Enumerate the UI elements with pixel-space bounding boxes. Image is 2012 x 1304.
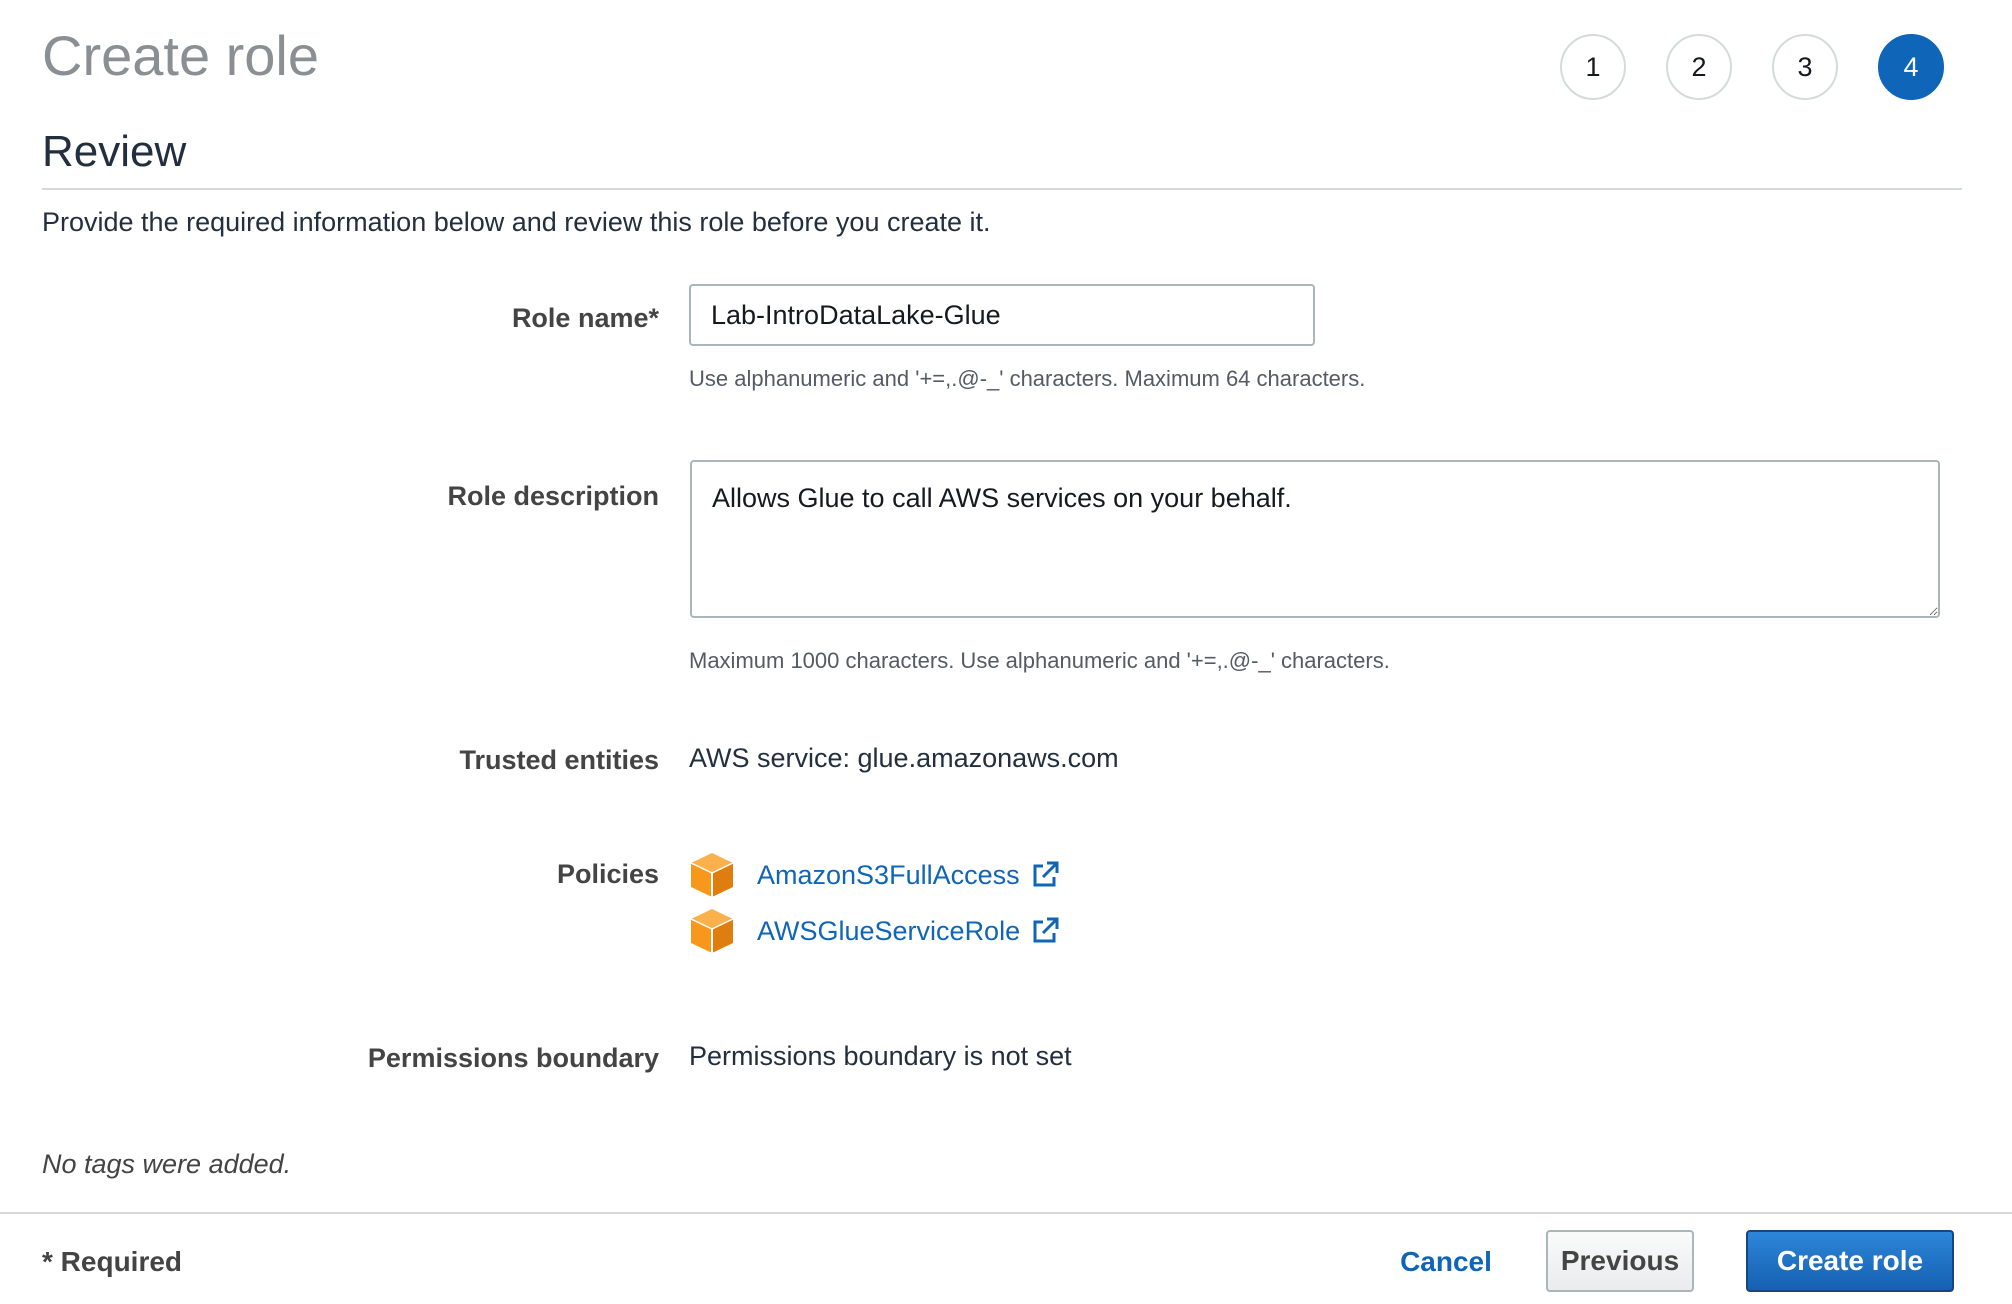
intro-text: Provide the required information below a… <box>42 207 991 237</box>
policy-item: AmazonS3FullAccess <box>689 851 1060 899</box>
permissions-boundary-label: Permissions boundary <box>367 1043 659 1073</box>
role-description-textarea[interactable]: Allows Glue to call AWS services on your… <box>690 460 1940 618</box>
role-description-label: Role description <box>447 481 659 511</box>
role-description-hint: Maximum 1000 characters. Use alphanumeri… <box>689 648 1390 673</box>
step-3[interactable]: 3 <box>1772 34 1838 100</box>
step-1[interactable]: 1 <box>1560 34 1626 100</box>
policy-cube-icon <box>689 851 735 899</box>
section-title: Review <box>42 127 187 176</box>
policy-link-awsglueservicerole[interactable]: AWSGlueServiceRole <box>757 913 1020 949</box>
cancel-button[interactable]: Cancel <box>1384 1240 1508 1284</box>
no-tags-note: No tags were added. <box>42 1149 292 1179</box>
external-link-icon[interactable] <box>1030 860 1060 890</box>
create-role-button[interactable]: Create role <box>1746 1230 1954 1292</box>
trusted-entities-label: Trusted entities <box>459 745 659 775</box>
step-2[interactable]: 2 <box>1666 34 1732 100</box>
policy-link-amazons3fullaccess[interactable]: AmazonS3FullAccess <box>757 857 1020 893</box>
policies-label: Policies <box>556 859 659 889</box>
required-note: * Required <box>42 1246 183 1277</box>
footer-divider <box>0 1212 2012 1214</box>
policy-item: AWSGlueServiceRole <box>689 907 1060 955</box>
divider <box>42 188 1962 190</box>
trusted-entities-value: AWS service: glue.amazonaws.com <box>689 743 1119 773</box>
page-title: Create role <box>42 24 320 87</box>
step-4-active[interactable]: 4 <box>1878 34 1944 100</box>
role-name-hint: Use alphanumeric and '+=,.@-_' character… <box>689 366 1366 391</box>
previous-button[interactable]: Previous <box>1546 1230 1694 1292</box>
permissions-boundary-value: Permissions boundary is not set <box>689 1041 1072 1071</box>
policy-cube-icon <box>689 907 735 955</box>
external-link-icon[interactable] <box>1030 916 1060 946</box>
role-name-label: Role name* <box>511 303 659 333</box>
role-name-input[interactable] <box>689 284 1315 346</box>
